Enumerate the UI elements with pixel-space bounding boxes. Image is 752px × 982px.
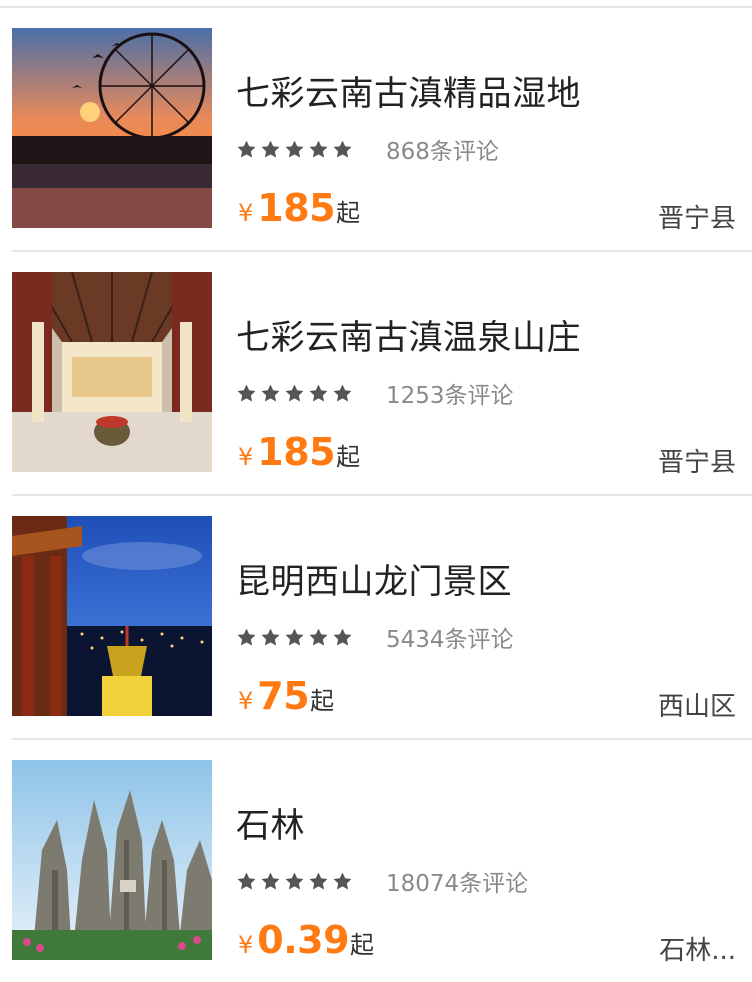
district-label: 西山区 bbox=[657, 692, 736, 722]
review-count: 868条评论 bbox=[386, 139, 499, 165]
district-label: 晋宁县 bbox=[657, 448, 736, 478]
attraction-thumbnail[interactable] bbox=[12, 272, 212, 472]
attraction-title[interactable]: 七彩云南古滇温泉山庄 bbox=[236, 310, 581, 359]
price-suffix: 起 bbox=[310, 687, 335, 715]
currency-symbol: ¥ bbox=[238, 931, 254, 959]
star-icon bbox=[333, 140, 352, 157]
star-rating bbox=[236, 627, 353, 648]
price-suffix: 起 bbox=[336, 443, 361, 471]
star-rating bbox=[236, 871, 353, 892]
list-item[interactable]: 七彩云南古滇精品湿地 868条评论 ¥ 185 起 晋宁县 bbox=[12, 8, 752, 252]
star-icon bbox=[285, 140, 304, 157]
star-icon bbox=[333, 872, 352, 889]
price-suffix: 起 bbox=[336, 199, 361, 227]
currency-symbol: ¥ bbox=[238, 443, 254, 471]
review-count: 1253条评论 bbox=[386, 383, 514, 409]
star-icon bbox=[333, 384, 352, 401]
review-count: 5434条评论 bbox=[386, 627, 514, 653]
price: ¥ 185 起 bbox=[238, 430, 360, 474]
price: ¥ 0.39 起 bbox=[238, 918, 374, 962]
star-icon bbox=[309, 872, 328, 889]
star-icon bbox=[261, 140, 280, 157]
attraction-list: 七彩云南古滇精品湿地 868条评论 ¥ 185 起 晋宁县 七彩云南古滇温泉山庄… bbox=[0, 8, 752, 982]
price-amount: 75 bbox=[257, 674, 310, 718]
star-icon bbox=[285, 628, 304, 645]
star-icon bbox=[309, 140, 328, 157]
district-label: 晋宁县 bbox=[657, 204, 736, 234]
list-item[interactable]: 七彩云南古滇温泉山庄 1253条评论 ¥ 185 起 晋宁县 bbox=[12, 252, 752, 496]
star-icon bbox=[261, 872, 280, 889]
price-suffix: 起 bbox=[350, 931, 375, 959]
currency-symbol: ¥ bbox=[238, 199, 254, 227]
list-item[interactable]: 昆明西山龙门景区 5434条评论 ¥ 75 起 西山区 bbox=[12, 496, 752, 740]
star-icon bbox=[237, 384, 256, 401]
review-count: 18074条评论 bbox=[386, 871, 529, 897]
star-icon bbox=[309, 384, 328, 401]
hotel-lobby-image bbox=[12, 272, 212, 472]
list-item[interactable]: 石林 18074条评论 ¥ 0.39 起 石林... bbox=[12, 740, 752, 982]
star-rating bbox=[236, 139, 353, 160]
star-rating bbox=[236, 383, 353, 404]
price-amount: 0.39 bbox=[257, 918, 350, 962]
attraction-title[interactable]: 昆明西山龙门景区 bbox=[236, 554, 512, 603]
star-icon bbox=[309, 628, 328, 645]
price-amount: 185 bbox=[257, 186, 336, 230]
ferris-wheel-sunset-image bbox=[12, 28, 212, 228]
price: ¥ 75 起 bbox=[238, 674, 334, 718]
rating-row: 18074条评论 bbox=[236, 864, 528, 898]
night-city-pavilion-image bbox=[12, 516, 212, 716]
star-icon bbox=[237, 872, 256, 889]
star-icon bbox=[285, 872, 304, 889]
rating-row: 868条评论 bbox=[236, 132, 499, 166]
rating-row: 5434条评论 bbox=[236, 620, 514, 654]
star-icon bbox=[237, 140, 256, 157]
star-icon bbox=[285, 384, 304, 401]
star-icon bbox=[261, 628, 280, 645]
attraction-thumbnail[interactable] bbox=[12, 760, 212, 960]
price: ¥ 185 起 bbox=[238, 186, 360, 230]
district-label: 石林... bbox=[659, 936, 736, 966]
star-icon bbox=[237, 628, 256, 645]
price-amount: 185 bbox=[257, 430, 336, 474]
currency-symbol: ¥ bbox=[238, 687, 254, 715]
star-icon bbox=[333, 628, 352, 645]
stone-forest-image bbox=[12, 760, 212, 960]
attraction-title[interactable]: 石林 bbox=[236, 798, 305, 847]
star-icon bbox=[261, 384, 280, 401]
rating-row: 1253条评论 bbox=[236, 376, 514, 410]
attraction-thumbnail[interactable] bbox=[12, 516, 212, 716]
attraction-title[interactable]: 七彩云南古滇精品湿地 bbox=[236, 66, 581, 115]
attraction-thumbnail[interactable] bbox=[12, 28, 212, 228]
